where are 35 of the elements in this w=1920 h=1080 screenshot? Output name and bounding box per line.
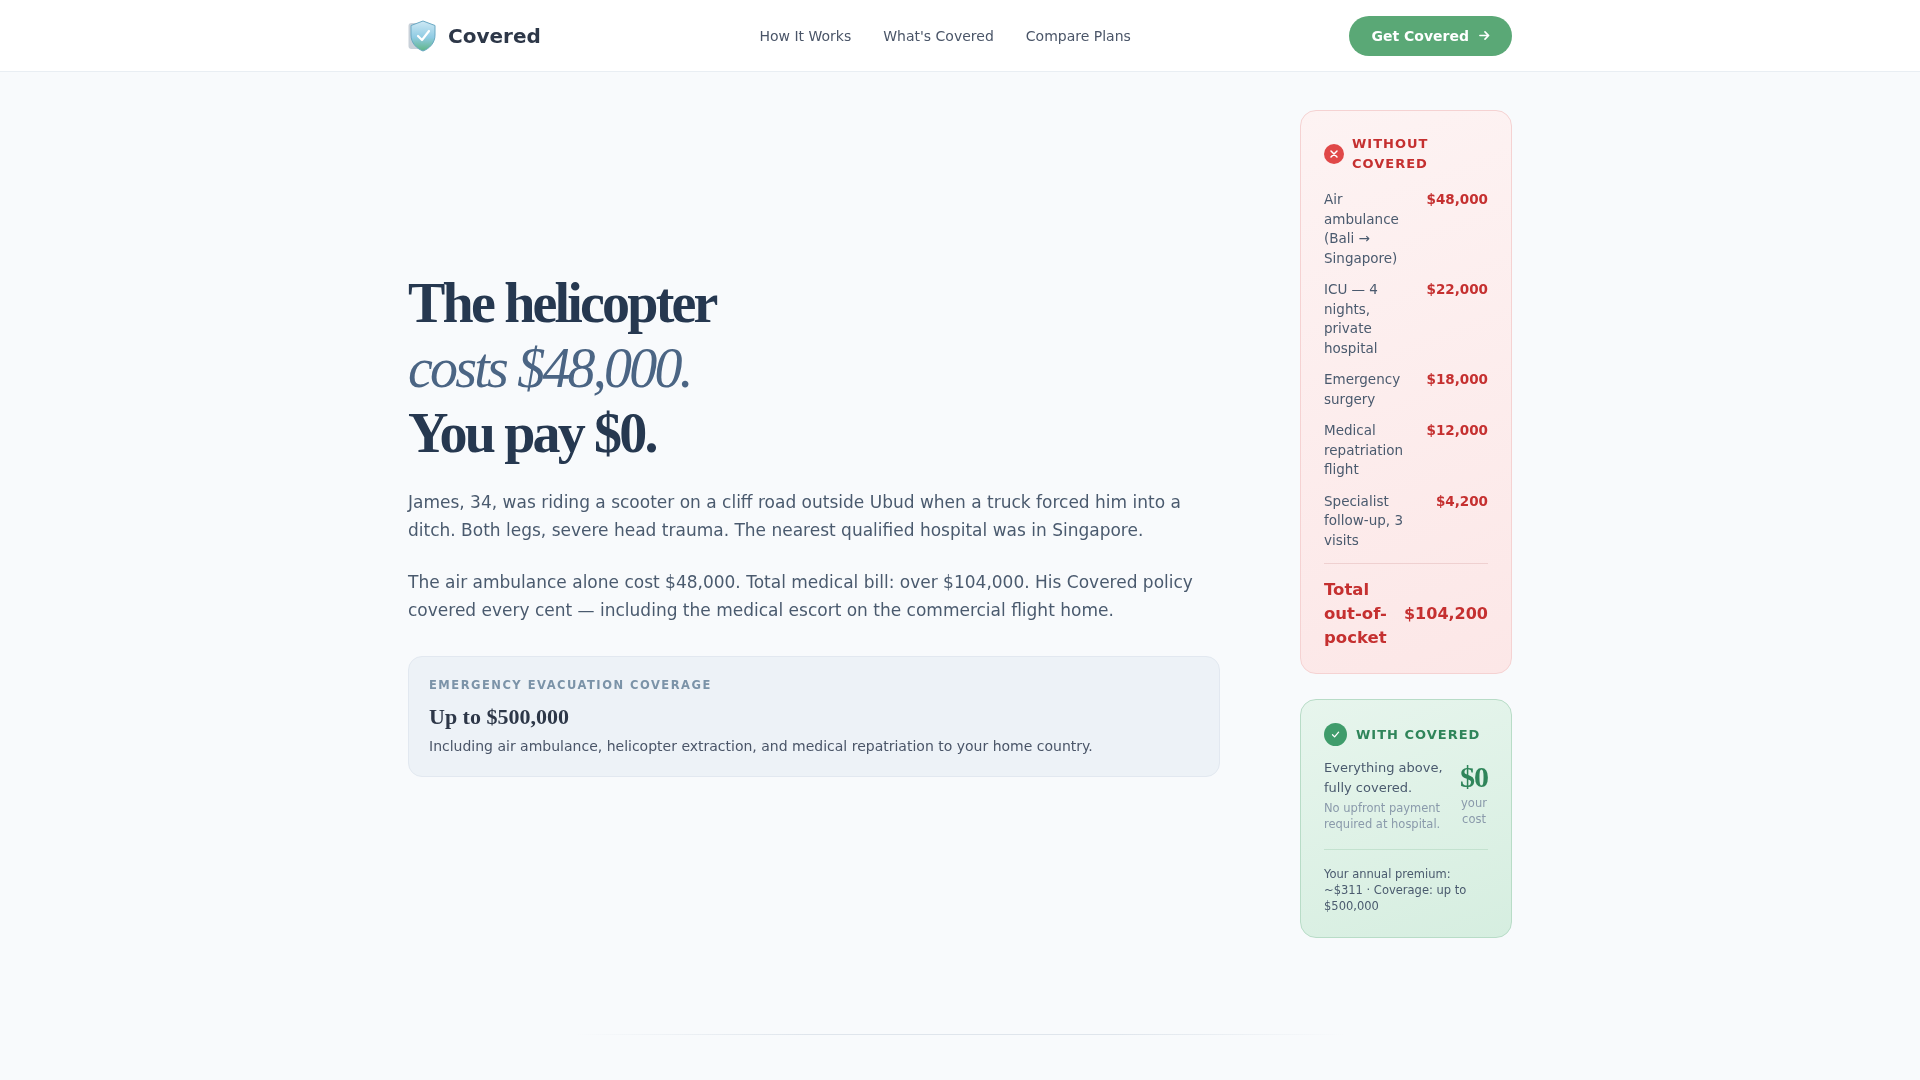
coverage-description: Including air ambulance, helicopter extraction, and medical repatriation to your home country.	[429, 737, 1094, 756]
story-paragraph: James, 34, was riding a scooter on a cliff road outside Ubud when a truck forced him into a ditch. Both legs, severe head trauma. The nearest qualified hospital was in Singapore.	[408, 491, 1182, 542]
brand-logo-link[interactable]: Covered	[408, 19, 541, 52]
cost-item-label: ICU — 4 nights, private hospital	[1324, 280, 1379, 358]
coverage-amount: Up to $500,000	[429, 704, 570, 730]
cost-item-label: Air ambulance (Bali → Singapore)	[1324, 190, 1400, 268]
shield-icon	[408, 19, 436, 52]
headline-line: You pay $0.	[408, 401, 657, 466]
cost-amount: $0	[1460, 762, 1488, 792]
total-label: Total out-of-pocket	[1324, 579, 1388, 649]
cost-item-amount: $12,000	[1426, 421, 1488, 440]
cost-item-amount: $18,000	[1426, 370, 1488, 389]
coverage-label: EMERGENCY EVACUATION COVERAGE	[429, 677, 713, 693]
total-amount: $104,200	[1404, 603, 1488, 625]
cost-item-label: Specialist follow-up, 3 visits	[1324, 491, 1404, 550]
story-paragraph: The air ambulance alone cost $48,000. Total medical bill: over $104,000. His Covered policy covered every cent — including the medical escort on the commercial flight home.	[408, 571, 1194, 622]
nav-link[interactable]: Compare Plans	[1025, 27, 1131, 44]
nav-link[interactable]: What's Covered	[883, 27, 994, 44]
cost-item-label: Medical repatriation flight	[1324, 421, 1405, 479]
nav-link[interactable]: How It Works	[759, 27, 852, 44]
cost-item-amount: $22,000	[1426, 280, 1488, 299]
summary-text: Everything above, fully covered.	[1324, 759, 1444, 797]
check-circle-icon	[1324, 723, 1347, 746]
cost-item-label: Emergency surgery	[1324, 370, 1402, 409]
cost-item-amount: $48,000	[1426, 190, 1488, 209]
arrow-right-icon	[1479, 30, 1490, 41]
card-title: WITHOUT COVERED	[1352, 135, 1430, 173]
headline-line: The helicopter	[408, 271, 718, 336]
card-title: WITH COVERED	[1356, 725, 1481, 744]
premium-text: Your annual premium: ~$311 · Coverage: up to $500,000	[1324, 849, 1488, 914]
headline-line: costs $48,000.	[408, 336, 692, 401]
summary-note: No upfront payment required at hospital.	[1324, 800, 1442, 832]
cost-item-amount: $4,200	[1435, 491, 1488, 511]
cross-circle-icon	[1324, 144, 1344, 164]
cost-caption: your cost	[1460, 795, 1488, 827]
